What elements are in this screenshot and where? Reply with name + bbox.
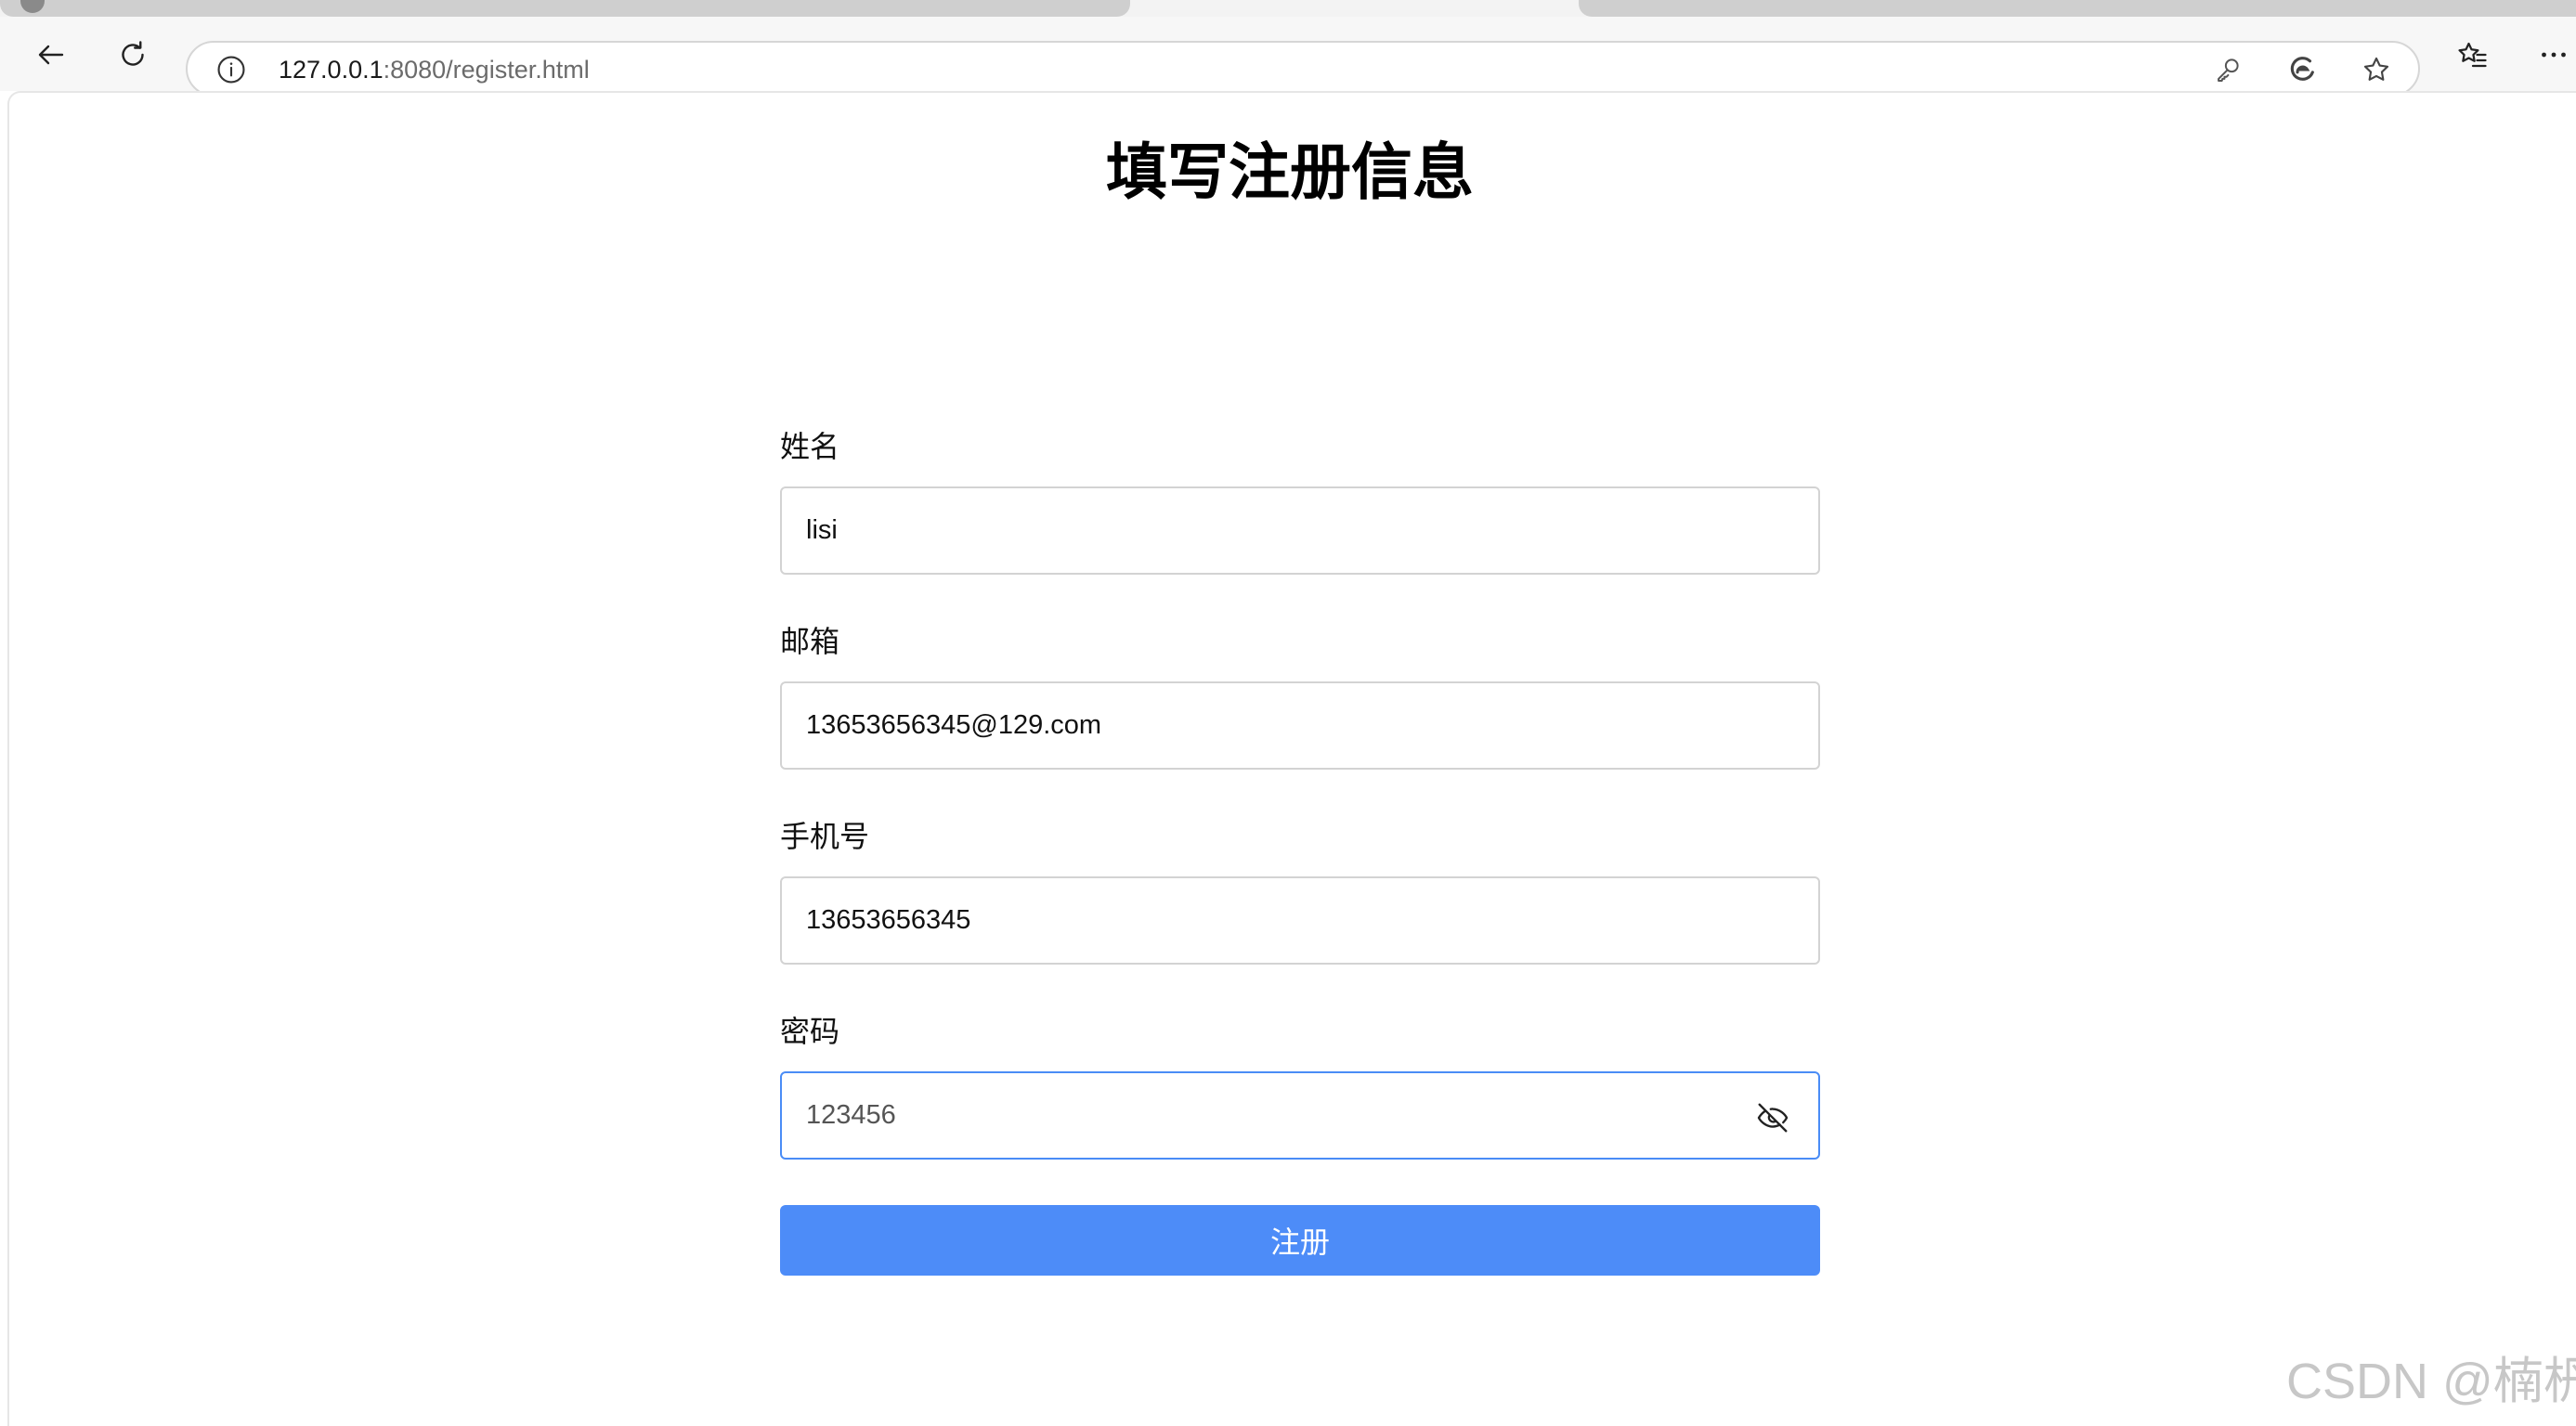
tab-favicon-icon: [20, 0, 45, 13]
url-text[interactable]: 127.0.0.1:8080/register.html: [279, 55, 590, 84]
more-icon[interactable]: [2530, 32, 2576, 78]
url-host: 127.0.0.1: [279, 56, 384, 84]
browser-toolbar: 127.0.0.1:8080/register.html: [0, 17, 2576, 97]
email-label: 邮箱: [780, 625, 840, 658]
key-icon[interactable]: [2210, 52, 2245, 87]
email-input[interactable]: [782, 683, 1818, 768]
phone-label: 手机号: [780, 820, 870, 853]
info-icon[interactable]: [215, 54, 247, 85]
password-input[interactable]: [782, 1073, 1818, 1158]
back-arrow-icon[interactable]: [28, 32, 74, 78]
watermark: CSDN @楠枬: [2286, 1354, 2576, 1409]
phone-field[interactable]: [780, 876, 1820, 965]
browser-tab[interactable]: [1579, 0, 2576, 17]
register-button[interactable]: 注册: [780, 1205, 1820, 1276]
favorites-list-icon[interactable]: [2450, 32, 2496, 78]
browser-tab[interactable]: [0, 0, 1130, 17]
name-input[interactable]: [782, 488, 1818, 573]
eye-off-icon[interactable]: [1755, 1100, 1790, 1135]
star-icon[interactable]: [2359, 52, 2394, 87]
name-field[interactable]: [780, 486, 1820, 575]
page-title: 填写注册信息: [1106, 137, 1474, 206]
reload-icon[interactable]: [110, 32, 156, 78]
password-field[interactable]: [780, 1071, 1820, 1160]
tab-strip: [0, 0, 2576, 17]
password-label: 密码: [780, 1015, 840, 1048]
url-path: :8080/register.html: [383, 56, 590, 84]
address-bar[interactable]: 127.0.0.1:8080/register.html: [186, 41, 2420, 97]
edge-icon[interactable]: [2284, 52, 2320, 87]
phone-input[interactable]: [782, 878, 1818, 963]
name-label: 姓名: [780, 430, 840, 463]
email-field[interactable]: [780, 681, 1820, 770]
